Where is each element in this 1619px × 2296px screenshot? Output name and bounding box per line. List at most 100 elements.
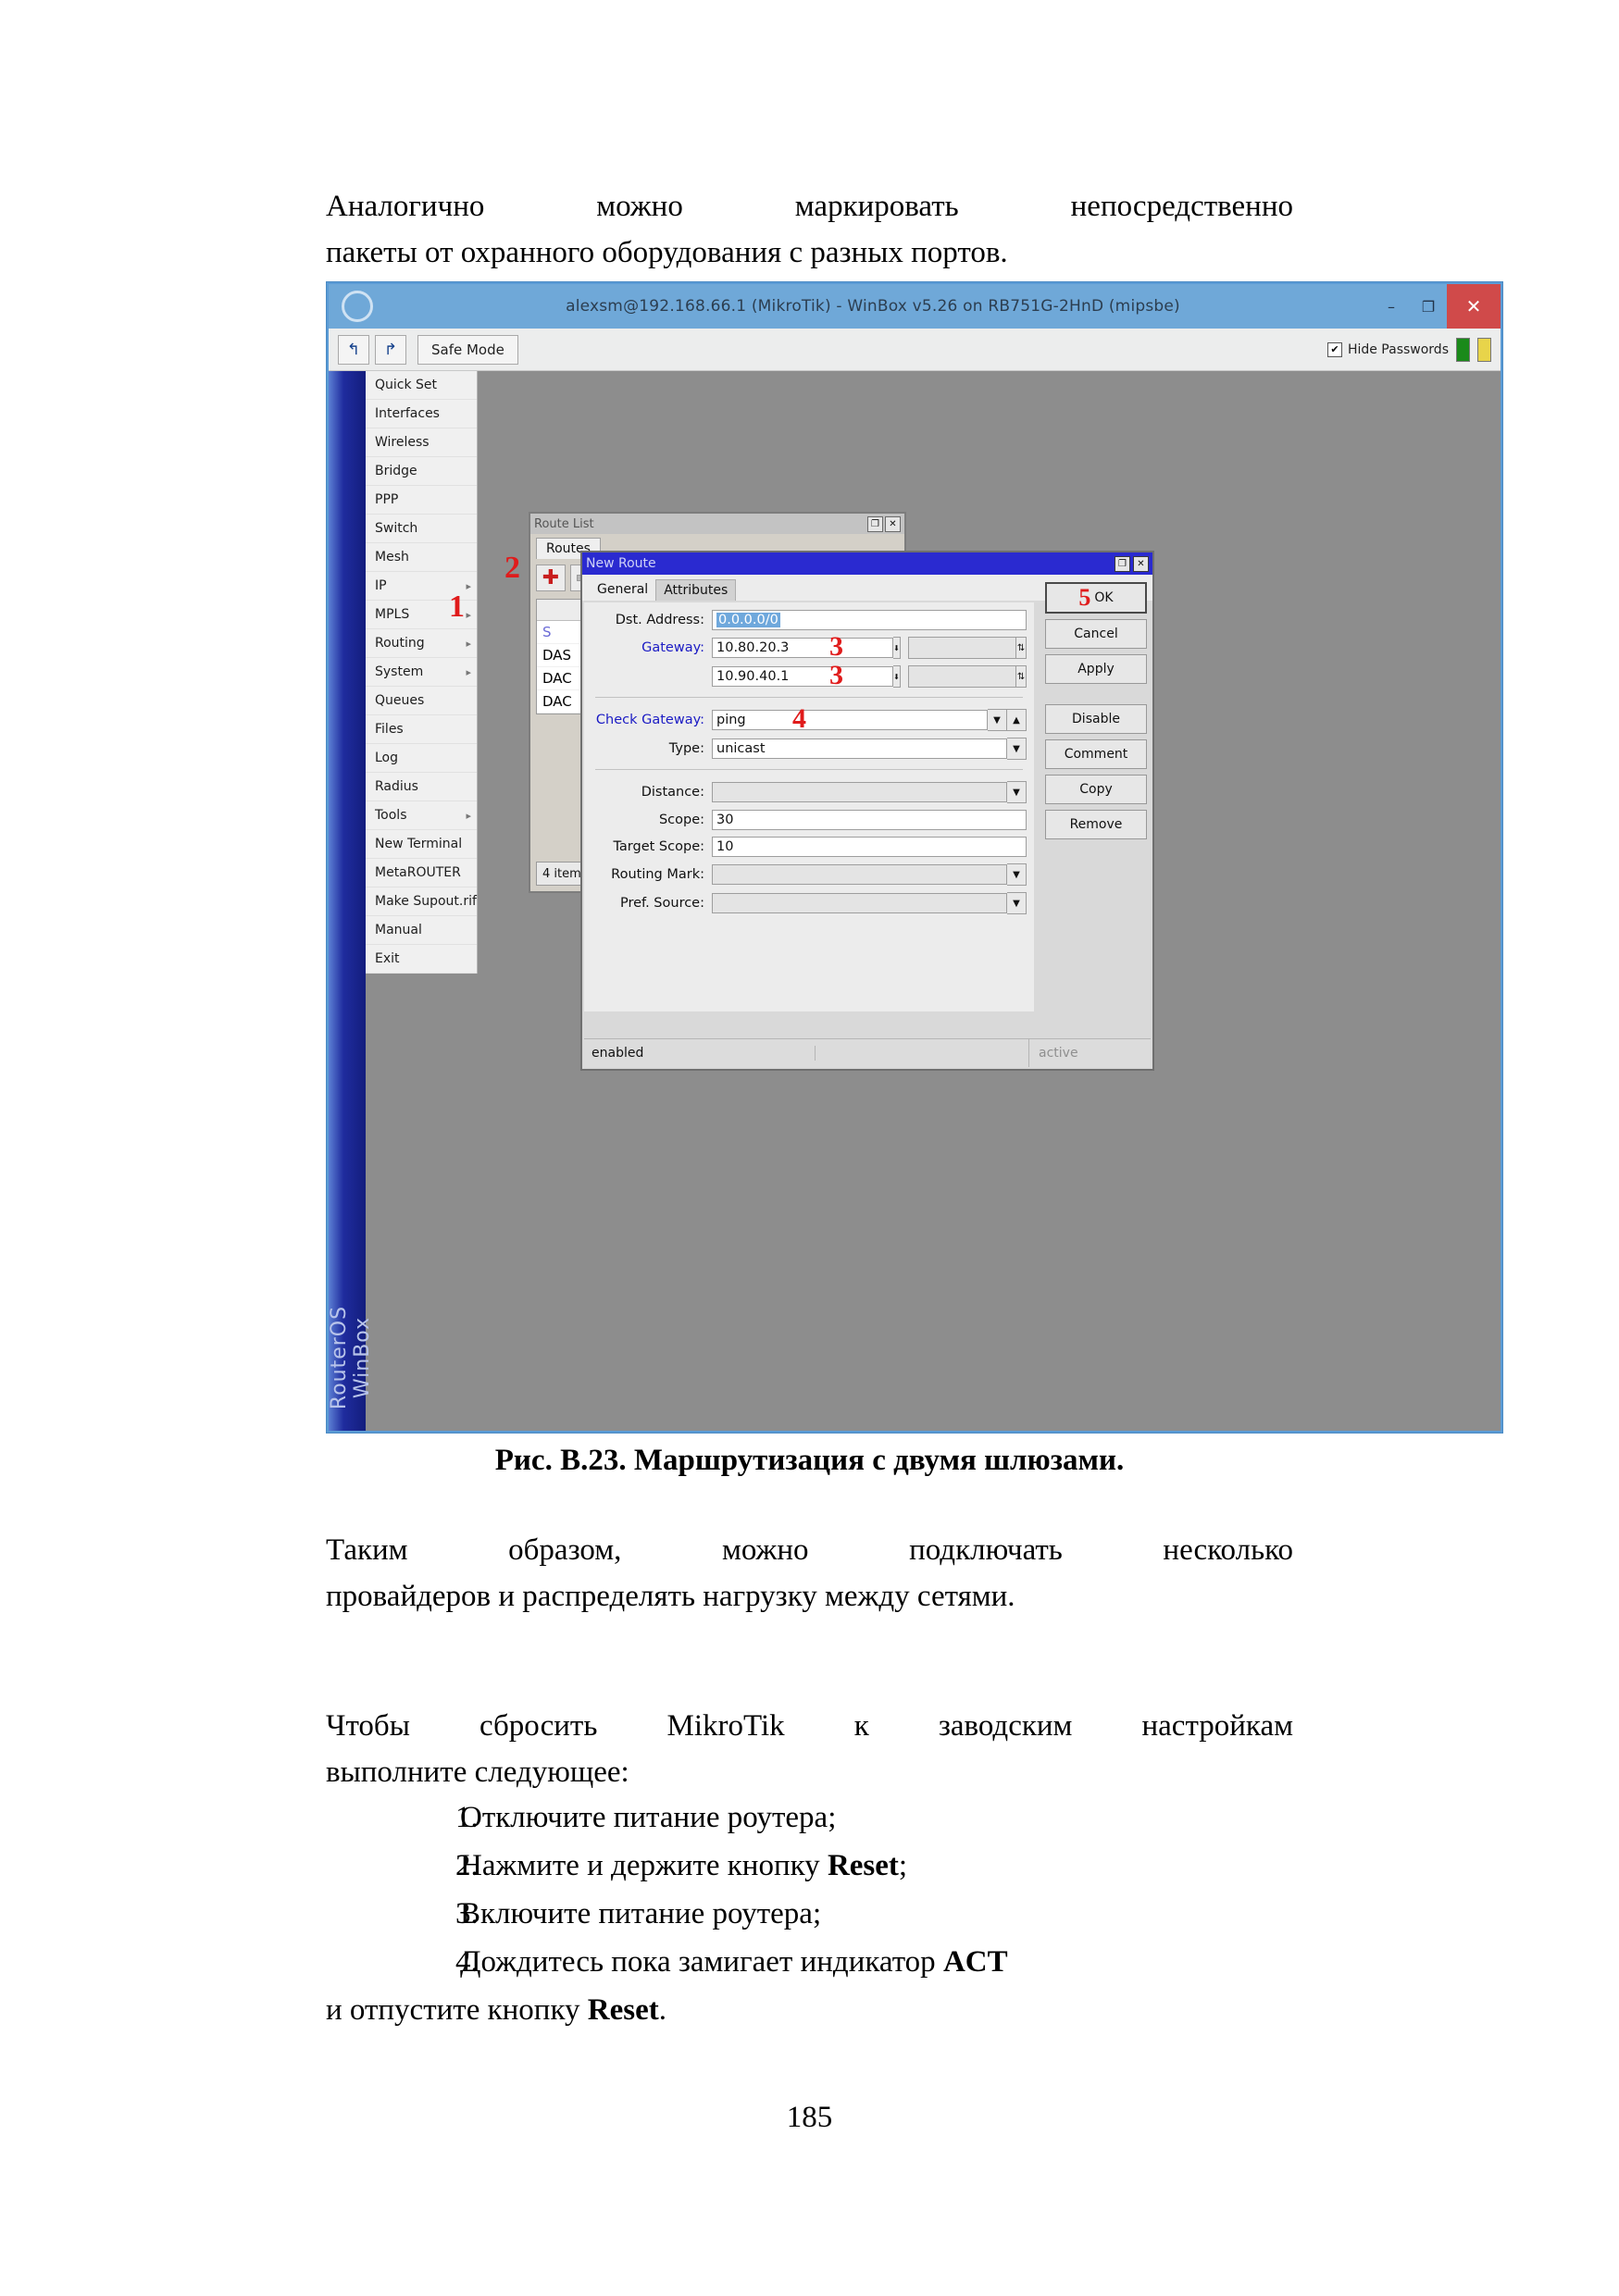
check-gateway-label: Check Gateway:: [595, 713, 704, 727]
sidebar-item-new-terminal[interactable]: New Terminal: [366, 830, 477, 859]
add-route-button[interactable]: ✚: [536, 565, 566, 591]
maximize-icon[interactable]: ❐: [1410, 284, 1447, 329]
routing-mark-dropdown[interactable]: ▼: [1007, 863, 1027, 886]
form-divider: [595, 697, 1023, 698]
distance-input[interactable]: [712, 782, 1007, 802]
tab-attributes[interactable]: Attributes: [655, 579, 737, 601]
field-gateway-1: Gateway: 10.80.20.3 3 ⬇ ⇅: [592, 633, 1027, 661]
gateway-value-2: 10.90.40.1: [716, 669, 790, 684]
figure-caption: Рис. В.23. Маршрутизация с двумя шлюзами…: [494, 1444, 1125, 1477]
check-gateway-dropdown[interactable]: ▼: [988, 709, 1007, 731]
chevron-right-icon: ▸: [466, 637, 471, 650]
hide-passwords-label: Hide Passwords: [1347, 341, 1449, 357]
field-pref-source: Pref. Source: ▼: [592, 892, 1027, 914]
row-flags: DAS: [537, 644, 585, 666]
type-dropdown[interactable]: ▼: [1007, 738, 1027, 760]
sidebar-item-routing[interactable]: Routing ▸: [366, 629, 477, 658]
sidebar-item-ppp[interactable]: PPP: [366, 486, 477, 515]
cancel-button[interactable]: Cancel: [1045, 619, 1147, 649]
safe-mode-button[interactable]: Safe Mode: [417, 334, 518, 365]
type-input[interactable]: unicast: [712, 738, 1007, 759]
scope-label: Scope:: [658, 813, 704, 827]
close-icon[interactable]: ✕: [1447, 284, 1501, 329]
sidebar-item-manual[interactable]: Manual: [366, 916, 477, 945]
sidebar-item-system[interactable]: System ▸: [366, 658, 477, 687]
close-icon[interactable]: ✕: [1133, 555, 1149, 572]
list-item: 4. Дождитесь пока замигает индикатор ACT: [326, 1938, 1293, 1986]
disable-button[interactable]: Disable: [1045, 704, 1147, 734]
ok-button[interactable]: 5 OK: [1045, 582, 1147, 614]
apply-button[interactable]: Apply: [1045, 654, 1147, 684]
pref-source-dropdown[interactable]: ▼: [1007, 892, 1027, 914]
window-controls[interactable]: – ❐ ✕: [1373, 284, 1501, 329]
dst-address-input[interactable]: 0.0.0.0/0: [712, 610, 1027, 630]
sidebar-item-metarouter[interactable]: MetaROUTER: [366, 859, 477, 887]
minimize-icon[interactable]: –: [1373, 284, 1410, 329]
field-check-gateway: Check Gateway: ping 4 ▼ ▲: [592, 705, 1027, 733]
list-item-text: Дождитесь пока замигает индикатор ACT: [460, 1938, 1293, 1986]
type-value: unicast: [716, 741, 766, 756]
chevron-right-icon: ▸: [466, 665, 471, 678]
hide-passwords-checkbox[interactable]: ✔: [1326, 341, 1342, 357]
check-gateway-collapse[interactable]: ▲: [1007, 709, 1027, 731]
new-route-titlebar: New Route ❐ ✕: [582, 552, 1152, 575]
restore-icon[interactable]: ❐: [867, 515, 883, 532]
para4-line: и отпустите кнопку Reset.: [326, 1987, 1293, 2033]
target-scope-input[interactable]: 10: [712, 837, 1027, 857]
sidebar-item-switch[interactable]: Switch: [366, 515, 477, 543]
route-list-window-controls[interactable]: ❐ ✕: [867, 515, 901, 532]
check-gateway-input[interactable]: ping 4: [712, 705, 988, 733]
tab-general[interactable]: General: [590, 579, 656, 601]
sidebar-item-log[interactable]: Log: [366, 744, 477, 773]
sidebar-item-radius[interactable]: Radius: [366, 773, 477, 801]
gateway-dropdown-2[interactable]: ⇅: [1016, 665, 1027, 688]
sidebar-item-bridge[interactable]: Bridge: [366, 457, 477, 486]
list-item-bold: ACT: [942, 1945, 1008, 1979]
sidebar-item-files[interactable]: Files: [366, 715, 477, 744]
sidebar-item-wireless[interactable]: Wireless: [366, 428, 477, 457]
scope-input[interactable]: 30: [712, 810, 1027, 830]
restore-icon[interactable]: ❐: [1115, 555, 1130, 572]
sidebar-item-mesh[interactable]: Mesh: [366, 543, 477, 572]
list-item-number: 2.: [455, 1849, 479, 1882]
list-item-number: 3.: [455, 1897, 479, 1930]
para1-line1: Аналогично можно маркировать непосредств…: [326, 190, 1293, 223]
copy-button[interactable]: Copy: [1045, 775, 1147, 804]
redo-arrow-icon[interactable]: ↱: [375, 334, 406, 365]
close-icon[interactable]: ✕: [885, 515, 901, 532]
comment-button[interactable]: Comment: [1045, 739, 1147, 769]
sidebar-item-tools[interactable]: Tools ▸: [366, 801, 477, 830]
gateway-extra-1: [907, 637, 1017, 659]
new-route-window-controls[interactable]: ❐ ✕: [1115, 555, 1149, 572]
sidebar-item-queues[interactable]: Queues: [366, 687, 477, 715]
sidebar-item-label: System: [375, 664, 424, 679]
status-middle: [816, 1039, 1029, 1067]
undo-arrow-icon[interactable]: ↰: [338, 334, 369, 365]
remove-button[interactable]: Remove: [1045, 810, 1147, 839]
gateway-spinner-1[interactable]: ⬇: [893, 637, 901, 659]
status-indicator-green: [1456, 337, 1470, 362]
gateway-dropdown-1[interactable]: ⇅: [1016, 637, 1027, 659]
route-list-titlebar: Route List ❐ ✕: [530, 514, 904, 534]
sidebar-item-label: Manual: [375, 923, 422, 937]
sidebar-item-make-supout[interactable]: Make Supout.rif: [366, 887, 477, 916]
annotation-marker-3a: 3: [829, 631, 843, 662]
sidebar-item-quick-set[interactable]: Quick Set: [366, 371, 477, 400]
new-route-form: Dst. Address: 0.0.0.0/0 Gateway: 10.80.2…: [584, 602, 1034, 1011]
winbox-workspace: RouterOS WinBox Quick Set Interfaces Wir…: [328, 371, 1501, 1431]
distance-dropdown[interactable]: ▼: [1007, 781, 1027, 803]
sidebar-item-label: Tools: [375, 808, 407, 823]
sidebar-item-label: Interfaces: [375, 406, 440, 421]
routing-mark-input[interactable]: [712, 864, 1007, 885]
field-gateway-2: 10.90.40.1 3 ⬇ ⇅: [592, 662, 1027, 689]
list-item-text: Включите питание роутера;: [460, 1897, 822, 1930]
gateway-input-2[interactable]: 10.90.40.1 3: [712, 662, 893, 689]
sidebar-item-interfaces[interactable]: Interfaces: [366, 400, 477, 428]
sidebar-item-label: New Terminal: [375, 837, 463, 851]
sidebar-item-exit[interactable]: Exit: [366, 945, 477, 974]
pref-source-input[interactable]: [712, 893, 1007, 913]
para4-post: .: [658, 1993, 666, 2027]
sidebar-item-label: Wireless: [375, 435, 430, 450]
gateway-spinner-2[interactable]: ⬇: [893, 665, 901, 688]
gateway-input-1[interactable]: 10.80.20.3 3: [712, 633, 893, 661]
